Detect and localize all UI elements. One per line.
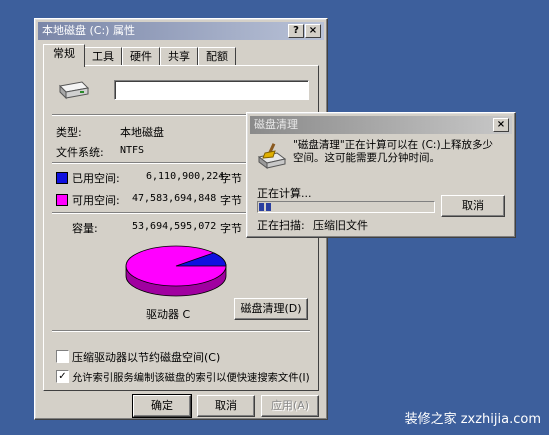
used-space-label: 已用空间: bbox=[72, 172, 120, 185]
disk-cleanup-button[interactable]: 磁盘清理(D) bbox=[234, 298, 308, 320]
cleanup-progress-bar bbox=[257, 201, 435, 213]
cancel-button[interactable]: 取消 bbox=[197, 395, 255, 417]
tab-general[interactable]: 常规 bbox=[43, 44, 85, 67]
properties-title: 本地磁盘 (C:) 属性 bbox=[42, 24, 135, 37]
index-check-mark: ✓ bbox=[58, 371, 67, 382]
properties-titlebar[interactable]: 本地磁盘 (C:) 属性 ? × bbox=[38, 22, 324, 40]
fs-value: NTFS bbox=[120, 145, 145, 156]
cleanup-dialog: 磁盘清理 × "磁盘清理"正在计算可以在 (C:)上释放多少空间。这可能需要几分… bbox=[246, 112, 516, 238]
disk-cleanup-icon bbox=[257, 143, 287, 169]
tab-quota[interactable]: 配额 bbox=[198, 47, 236, 66]
tab-tools[interactable]: 工具 bbox=[84, 47, 122, 66]
tab-hardware[interactable]: 硬件 bbox=[122, 47, 160, 66]
ok-button[interactable]: 确定 bbox=[132, 394, 192, 418]
capacity-unit: 字节 bbox=[220, 222, 242, 235]
free-space-label: 可用空间: bbox=[72, 194, 120, 207]
cleanup-message: "磁盘清理"正在计算可以在 (C:)上释放多少空间。这可能需要几分钟时间。 bbox=[293, 139, 494, 164]
used-space-value: 6,110,900,224 bbox=[146, 171, 225, 182]
fs-label: 文件系统: bbox=[56, 146, 104, 159]
tab-sharing[interactable]: 共享 bbox=[160, 47, 198, 66]
drive-label: 驱动器 C bbox=[146, 308, 191, 321]
drive-name-input[interactable] bbox=[114, 80, 309, 100]
separator-bottom bbox=[52, 330, 310, 332]
used-space-unit: 字节 bbox=[220, 172, 242, 185]
cleanup-cancel-button[interactable]: 取消 bbox=[441, 195, 505, 217]
scanning-label: 正在扫描: bbox=[257, 219, 305, 232]
capacity-value: 53,694,595,072 bbox=[132, 221, 217, 232]
progress-fill bbox=[259, 203, 271, 211]
free-space-value: 47,583,694,848 bbox=[132, 193, 217, 204]
index-label: 允许索引服务编制该磁盘的索引以便快速搜索文件(I) bbox=[72, 372, 310, 384]
cleanup-titlebar[interactable]: 磁盘清理 × bbox=[250, 116, 512, 134]
free-space-unit: 字节 bbox=[220, 194, 242, 207]
compress-label: 压缩驱动器以节约磁盘空间(C) bbox=[72, 351, 221, 364]
compress-checkbox[interactable] bbox=[56, 350, 69, 363]
cleanup-title: 磁盘清理 bbox=[254, 118, 298, 131]
scanning-value: 压缩旧文件 bbox=[313, 219, 368, 232]
type-label: 类型: bbox=[56, 126, 82, 139]
capacity-label: 容量: bbox=[72, 222, 98, 235]
used-space-swatch bbox=[56, 172, 68, 184]
calculating-label: 正在计算... bbox=[257, 187, 312, 200]
type-value: 本地磁盘 bbox=[120, 126, 164, 139]
watermark: 装修之家 zxzhijia.com bbox=[404, 412, 541, 427]
free-space-swatch bbox=[56, 194, 68, 206]
index-checkbox[interactable]: ✓ bbox=[56, 370, 69, 383]
hard-drive-icon bbox=[58, 81, 90, 100]
disk-usage-pie bbox=[125, 245, 227, 297]
close-button[interactable]: × bbox=[305, 24, 321, 38]
cleanup-close-button[interactable]: × bbox=[493, 118, 509, 132]
apply-button[interactable]: 应用(A) bbox=[261, 395, 319, 417]
help-button[interactable]: ? bbox=[288, 24, 304, 38]
